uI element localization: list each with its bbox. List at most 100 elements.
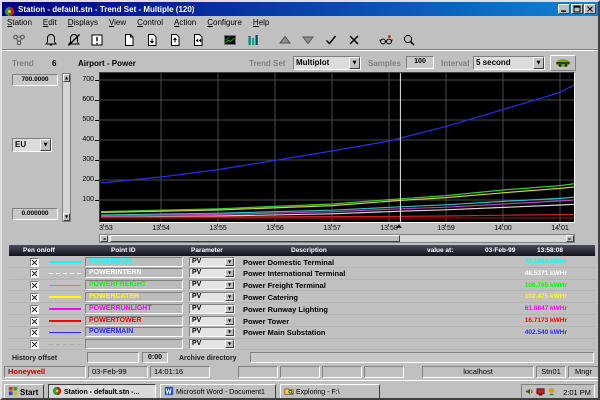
- point-id-field[interactable]: POWERDOM: [85, 257, 183, 267]
- pen-checkbox[interactable]: [30, 328, 39, 337]
- point-value: 73.1963 kWHr: [479, 258, 567, 265]
- table-row: PV▼: [9, 339, 595, 351]
- table-row: POWERRUNLIGHTPV▼Power Runway Lighting61.…: [9, 303, 595, 315]
- parameter-select[interactable]: PV▼: [189, 292, 235, 302]
- pen-checkbox[interactable]: [30, 281, 39, 290]
- message-button[interactable]: [86, 31, 107, 49]
- cursor-marker-icon[interactable]: [396, 224, 402, 228]
- scroll-down-icon[interactable]: ▼: [63, 213, 70, 221]
- history-offset-field[interactable]: [87, 352, 139, 363]
- page-back-button[interactable]: [187, 31, 208, 49]
- parameter-select[interactable]: PV▼: [189, 339, 235, 349]
- page-blank-button[interactable]: [118, 31, 139, 49]
- point-id-field[interactable]: POWERFREIGHT: [85, 280, 183, 290]
- zoom-button[interactable]: [398, 31, 419, 49]
- task-button-2[interactable]: Microsoft Word - Document1: [160, 384, 276, 400]
- bar-chart-button[interactable]: [242, 31, 263, 49]
- operator-view-button[interactable]: [375, 31, 396, 49]
- parameter-select[interactable]: PV▼: [189, 268, 235, 278]
- scroll-left-icon[interactable]: ◄: [100, 235, 108, 242]
- archive-directory-label: Archive directory: [179, 355, 237, 362]
- chevron-down-icon[interactable]: ▼: [225, 340, 234, 348]
- pen-checkbox[interactable]: [30, 340, 39, 349]
- point-id-field[interactable]: POWERINTERN: [85, 268, 183, 278]
- trend-type-button[interactable]: [550, 55, 576, 71]
- chevron-down-icon[interactable]: ▼: [533, 57, 544, 69]
- cancel-button[interactable]: [343, 31, 364, 49]
- samples-field[interactable]: 100: [406, 56, 434, 69]
- offset-time-field[interactable]: 0:00: [142, 352, 168, 363]
- pen-checkbox[interactable]: [30, 317, 39, 326]
- chevron-down-icon[interactable]: ▼: [225, 293, 234, 301]
- menu-configure[interactable]: Configure: [207, 18, 242, 29]
- header-pen-onoff: Pen on/off: [23, 247, 55, 254]
- task-button-1[interactable]: Station - default.stn -...: [48, 384, 156, 400]
- scrollbar-thumb[interactable]: [110, 235, 400, 242]
- scale-min-field[interactable]: 0.000000: [12, 208, 58, 220]
- task-button-3[interactable]: Exploring - F:\: [280, 384, 380, 400]
- chart-horizontal-scrollbar[interactable]: ◄ ►: [99, 234, 575, 243]
- status-time: 14:01:16: [150, 366, 210, 378]
- scroll-right-icon[interactable]: ►: [566, 235, 574, 242]
- chevron-down-icon[interactable]: ▼: [349, 57, 360, 69]
- trend-display-button[interactable]: [219, 31, 240, 49]
- x-tick-label: 13:54: [146, 225, 176, 232]
- parameter-value: PV: [190, 258, 225, 266]
- chevron-down-icon[interactable]: ▼: [225, 317, 234, 325]
- trend-set-select[interactable]: Multiplot ▼: [293, 56, 361, 70]
- page-down-button[interactable]: [141, 31, 162, 49]
- trend-plot[interactable]: [99, 72, 575, 223]
- parameter-select[interactable]: PV▼: [189, 316, 235, 326]
- point-id-field[interactable]: POWERRUNLIGHT: [85, 304, 183, 314]
- archive-directory-field[interactable]: [250, 352, 594, 363]
- menu-displays[interactable]: Displays: [68, 18, 98, 29]
- lower-button[interactable]: [297, 31, 318, 49]
- station-button[interactable]: [8, 31, 29, 49]
- status-station: Stn01: [536, 366, 566, 378]
- pen-checkbox[interactable]: [30, 258, 39, 267]
- interval-select[interactable]: 5 second ▼: [473, 56, 545, 70]
- menu-station[interactable]: Station: [7, 18, 32, 29]
- parameter-select[interactable]: PV▼: [189, 304, 235, 314]
- pen-checkbox[interactable]: [30, 269, 39, 278]
- pen-checkbox[interactable]: [30, 305, 39, 314]
- menu-help[interactable]: Help: [253, 18, 269, 29]
- parameter-select[interactable]: PV▼: [189, 327, 235, 337]
- samples-label: Samples: [368, 59, 401, 68]
- point-id-field[interactable]: POWERTOWER: [85, 316, 183, 326]
- unit-select[interactable]: EU ▼: [12, 138, 52, 152]
- volume-icon[interactable]: [525, 383, 534, 400]
- parameter-select[interactable]: PV▼: [189, 257, 235, 267]
- point-id-field[interactable]: [85, 339, 183, 349]
- header-point-id: Point ID: [111, 247, 136, 254]
- menu-control[interactable]: Control: [137, 18, 163, 29]
- interval-value: 5 second: [474, 57, 533, 69]
- chevron-down-icon[interactable]: ▼: [225, 305, 234, 313]
- scale-max-field[interactable]: 700.0000: [12, 74, 58, 86]
- alarm-disable-button[interactable]: [63, 31, 84, 49]
- menu-edit[interactable]: Edit: [43, 18, 57, 29]
- raise-button[interactable]: [274, 31, 295, 49]
- chevron-down-icon[interactable]: ▼: [225, 258, 234, 266]
- chevron-down-icon[interactable]: ▼: [40, 139, 51, 151]
- accept-button[interactable]: [320, 31, 341, 49]
- tray-status-icon[interactable]: [536, 383, 545, 400]
- chevron-down-icon[interactable]: ▼: [225, 269, 234, 277]
- page-up-button[interactable]: [164, 31, 185, 49]
- menu-action[interactable]: Action: [174, 18, 196, 29]
- start-button[interactable]: Start: [4, 384, 44, 400]
- alarm-button[interactable]: [40, 31, 61, 49]
- minimize-button[interactable]: [558, 4, 570, 14]
- tray-agent-icon[interactable]: [547, 383, 556, 400]
- maximize-button[interactable]: [571, 4, 583, 14]
- point-id-field[interactable]: POWERMAIN: [85, 327, 183, 337]
- point-id-field[interactable]: POWERCATER: [85, 292, 183, 302]
- pen-checkbox[interactable]: [30, 293, 39, 302]
- parameter-select[interactable]: PV▼: [189, 280, 235, 290]
- chevron-down-icon[interactable]: ▼: [225, 281, 234, 289]
- trend-title: Airport - Power: [78, 59, 136, 68]
- close-button[interactable]: [584, 4, 596, 14]
- menu-view[interactable]: View: [109, 18, 126, 29]
- pen-sample: [49, 344, 81, 346]
- chevron-down-icon[interactable]: ▼: [225, 328, 234, 336]
